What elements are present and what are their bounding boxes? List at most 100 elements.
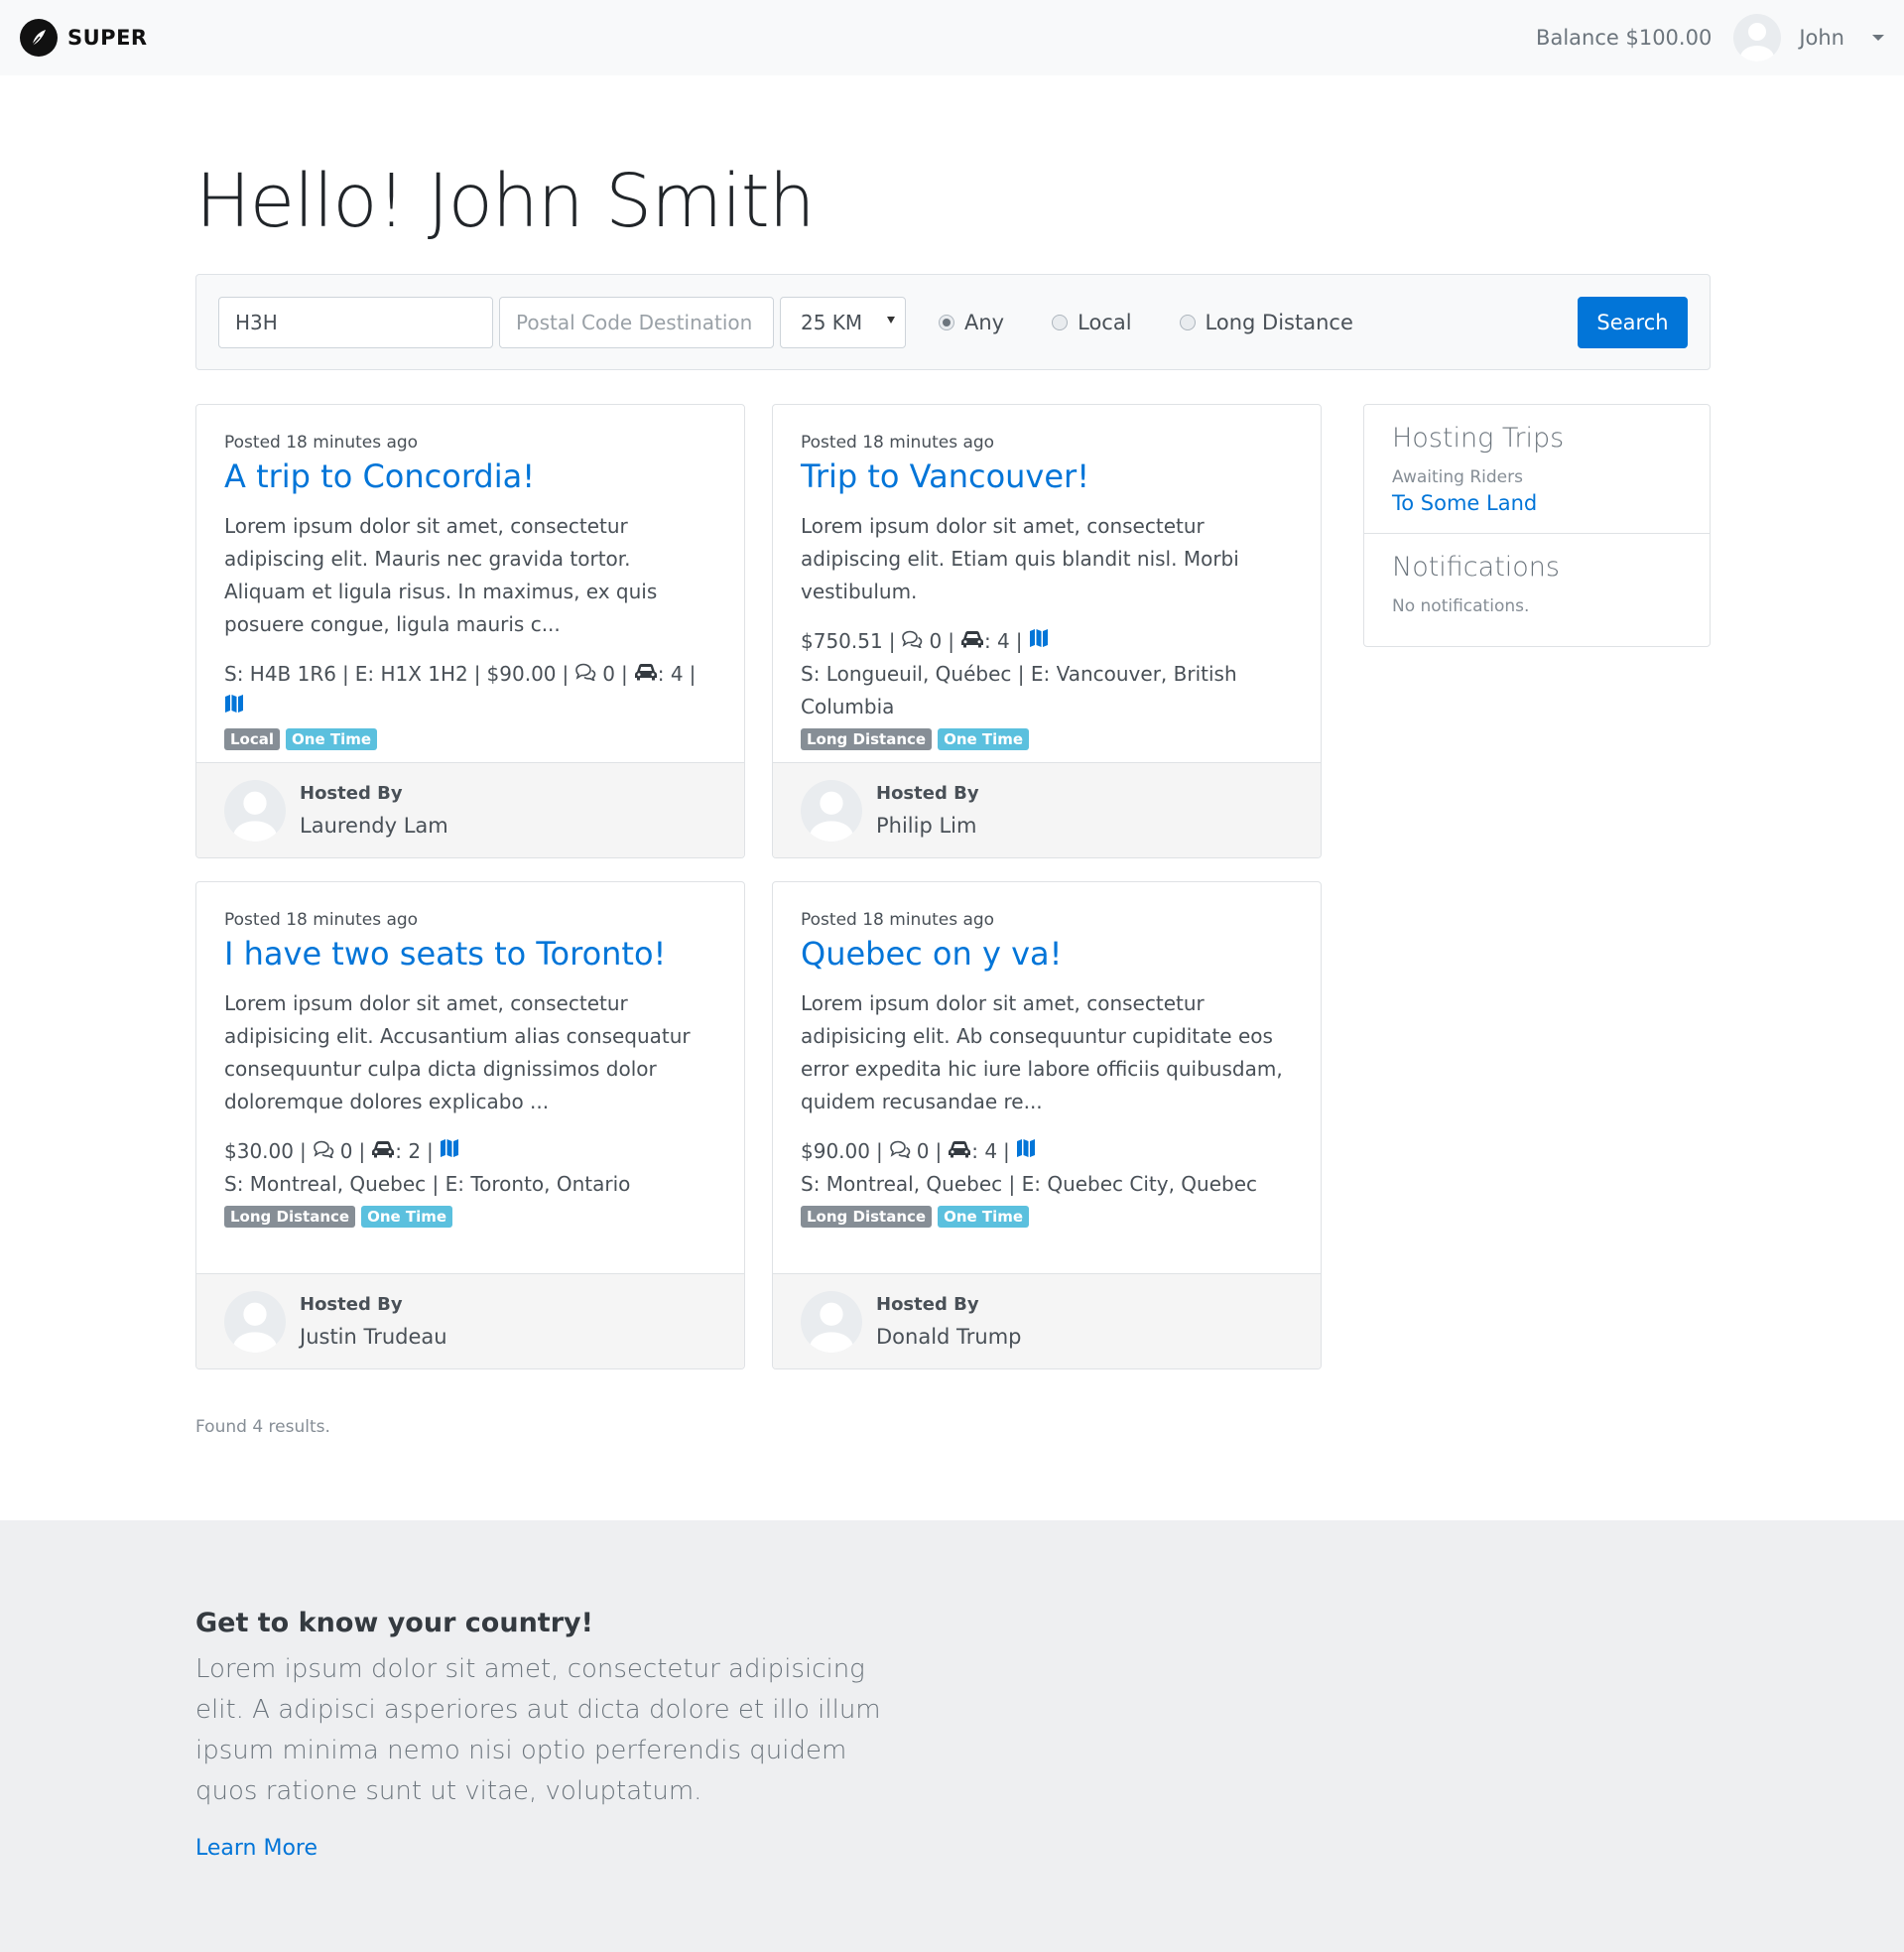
comment-count: 0 xyxy=(602,661,615,686)
trip-type-radio-group: Any Local Long Distance xyxy=(939,311,1401,334)
car-icon xyxy=(371,1135,395,1168)
radio-indicator xyxy=(939,314,954,330)
host-avatar-icon xyxy=(224,779,286,842)
hosting-trips-title: Hosting Trips xyxy=(1392,423,1565,454)
seat-count: : 4 xyxy=(983,628,1010,653)
origin-postal-input[interactable] xyxy=(218,296,493,348)
trip-meta: $90.00 | 0 | : 4 | S: Montreal, Quebec | E:… xyxy=(801,1135,1293,1201)
footer-title: Get to know your country! xyxy=(195,1608,593,1638)
trip-price: $90.00 xyxy=(801,1138,870,1163)
host-label: Hosted By xyxy=(876,783,979,804)
frequency-badge: One Time xyxy=(938,1205,1030,1228)
map-icon[interactable] xyxy=(224,691,244,723)
trip-title-link[interactable]: Quebec on y va! xyxy=(801,934,1293,976)
frequency-badge: One Time xyxy=(286,727,378,750)
host-info: Hosted By Philip Lim xyxy=(876,783,979,838)
host-name: Justin Trudeau xyxy=(300,1325,447,1349)
card-footer: Hosted By Laurendy Lam xyxy=(196,762,744,857)
feather-icon xyxy=(20,19,58,57)
brand-link[interactable]: SUPER xyxy=(20,19,148,57)
host-label: Hosted By xyxy=(300,1294,403,1315)
trip-badges: Long Distance One Time xyxy=(801,1205,1293,1228)
host-name: Laurendy Lam xyxy=(300,814,448,838)
comment-count: 0 xyxy=(339,1138,353,1163)
trip-price: $750.51 xyxy=(801,628,883,653)
trip-meta: S: H4B 1R6 | E: H1X 1H2 | $90.00 | 0 | : 4 | xyxy=(224,658,716,723)
comment-count: 0 xyxy=(916,1138,930,1163)
brand-name: SUPER xyxy=(67,26,148,50)
trip-description: Lorem ipsum dolor sit amet, consectetur … xyxy=(801,513,1239,603)
host-info: Hosted By Laurendy Lam xyxy=(300,783,448,838)
car-icon xyxy=(960,625,984,658)
user-name: John xyxy=(1799,26,1844,50)
select-arrow-icon xyxy=(887,316,895,324)
card-footer: Hosted By Donald Trump xyxy=(773,1273,1321,1368)
card-body: Posted 18 minutes ago Trip to Vancouver!… xyxy=(773,405,1321,750)
radio-any[interactable]: Any xyxy=(939,311,1004,334)
host-label: Hosted By xyxy=(876,1294,979,1315)
user-avatar-icon xyxy=(1733,14,1782,62)
posted-time: Posted 18 minutes ago xyxy=(801,433,995,453)
trip-type-badge: Local xyxy=(224,727,281,750)
distance-select[interactable]: 25 KM xyxy=(780,296,906,348)
trip-start: S: H4B 1R6 xyxy=(224,661,336,686)
card-body: Posted 18 minutes ago Quebec on y va! Lo… xyxy=(773,882,1321,1228)
notifications-empty: No notifications. xyxy=(1392,596,1530,616)
search-button[interactable]: Search xyxy=(1578,296,1688,348)
card-body: Posted 18 minutes ago A trip to Concordi… xyxy=(196,405,744,750)
radio-label: Any xyxy=(964,310,1005,334)
radio-indicator xyxy=(1052,314,1069,330)
trip-badges: Long Distance One Time xyxy=(224,1205,716,1228)
trip-description: Lorem ipsum dolor sit amet, consectetur … xyxy=(224,513,658,636)
host-name: Donald Trump xyxy=(876,1325,1022,1349)
notifications-title: Notifications xyxy=(1392,552,1560,583)
car-icon xyxy=(634,658,658,691)
card-footer: Hosted By Philip Lim xyxy=(773,762,1321,857)
car-icon xyxy=(948,1135,971,1168)
posted-time: Posted 18 minutes ago xyxy=(801,910,995,930)
map-icon[interactable] xyxy=(440,1135,459,1168)
trip-end: E: H1X 1H2 xyxy=(354,661,468,686)
radio-long-distance[interactable]: Long Distance xyxy=(1179,310,1353,334)
nav-right: Balance $100.00 John xyxy=(1536,14,1884,62)
card-footer: Hosted By Justin Trudeau xyxy=(196,1273,744,1368)
trip-card: Posted 18 minutes ago I have two seats t… xyxy=(195,881,745,1369)
user-menu-toggle[interactable]: John xyxy=(1733,14,1884,62)
comment-count: 0 xyxy=(929,628,943,653)
radio-local[interactable]: Local xyxy=(1052,310,1132,334)
trip-badges: Local One Time xyxy=(224,727,716,750)
trip-badges: Long Distance One Time xyxy=(801,727,1293,750)
footer-text: Lorem ipsum dolor sit amet, consectetur … xyxy=(195,1654,881,1806)
map-icon[interactable] xyxy=(1029,625,1049,658)
comments-icon xyxy=(574,658,596,691)
map-icon[interactable] xyxy=(1016,1135,1036,1168)
radio-label: Long Distance xyxy=(1205,310,1353,334)
footer: Get to know your country! Lorem ipsum do… xyxy=(0,1520,1904,1952)
trip-location: S: Montreal, Quebec | E: Quebec City, Qu… xyxy=(801,1171,1258,1196)
notifications-section: Notifications No notifications. xyxy=(1364,533,1710,634)
trip-meta: $750.51 | 0 | : 4 | S: Longueuil, Québec | … xyxy=(801,625,1293,723)
trip-description: Lorem ipsum dolor sit amet, consectetur … xyxy=(801,990,1283,1113)
learn-more-link[interactable]: Learn More xyxy=(195,1836,317,1861)
comments-icon xyxy=(901,625,923,658)
trip-title-link[interactable]: A trip to Concordia! xyxy=(224,456,716,498)
distance-select-value: 25 KM xyxy=(801,310,863,334)
radio-label: Local xyxy=(1078,310,1132,334)
host-avatar-icon xyxy=(801,1290,862,1353)
search-panel: 25 KM Any Local Long Distance Search xyxy=(195,274,1711,370)
destination-postal-input[interactable] xyxy=(499,296,774,348)
trip-title-link[interactable]: Trip to Vancouver! xyxy=(801,456,1293,498)
host-avatar-icon xyxy=(224,1290,286,1353)
comments-icon xyxy=(889,1135,911,1168)
trip-title-link[interactable]: I have two seats to Toronto! xyxy=(224,934,716,976)
trip-card: Posted 18 minutes ago Trip to Vancouver!… xyxy=(772,404,1322,858)
host-label: Hosted By xyxy=(300,783,403,804)
results-count: Found 4 results. xyxy=(195,1417,330,1437)
frequency-badge: One Time xyxy=(938,727,1030,750)
trip-meta: $30.00 | 0 | : 2 | S: Montreal, Quebec | E:… xyxy=(224,1135,716,1201)
hosting-trip-link[interactable]: To Some Land xyxy=(1392,491,1682,515)
posted-time: Posted 18 minutes ago xyxy=(224,433,419,453)
seat-count: : 4 xyxy=(657,661,684,686)
trip-card: Posted 18 minutes ago Quebec on y va! Lo… xyxy=(772,881,1322,1369)
frequency-badge: One Time xyxy=(361,1205,453,1228)
